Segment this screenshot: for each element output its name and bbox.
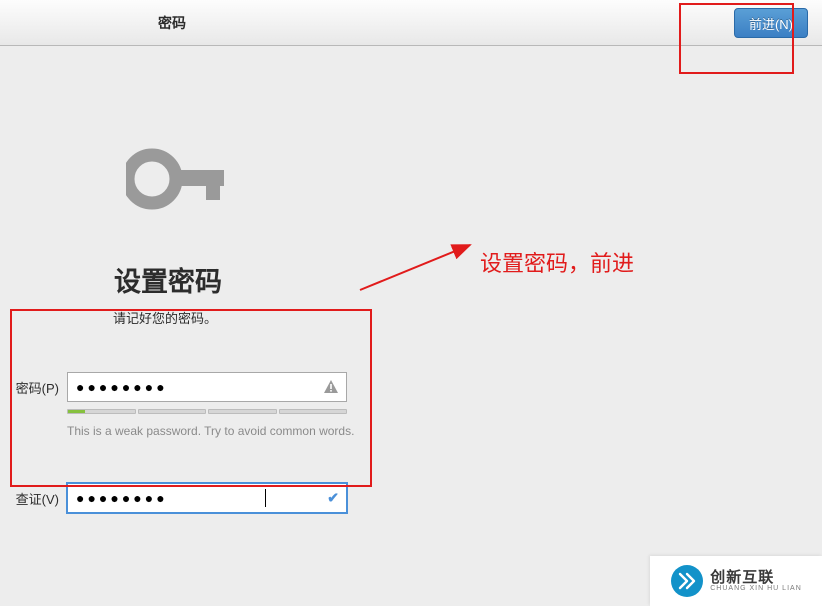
- header-bar: 密码 前进(N): [0, 0, 822, 46]
- strength-seg-1: [67, 409, 136, 414]
- watermark-text: 创新互联 CHUANG XIN HU LIAN: [710, 570, 802, 592]
- page-title: 设置密码: [114, 260, 222, 299]
- password-strength-meter: [67, 409, 347, 414]
- header-title: 密码: [158, 13, 186, 33]
- next-button[interactable]: 前进(N): [734, 8, 808, 38]
- key-icon: [126, 146, 226, 217]
- password-input-wrap: [67, 372, 347, 402]
- password-label: 密码(P): [3, 378, 59, 397]
- verify-row: 查证(V) ✔: [3, 483, 347, 513]
- strength-seg-4: [279, 409, 348, 414]
- watermark-en: CHUANG XIN HU LIAN: [710, 585, 802, 592]
- annotation-text: 设置密码，前进: [480, 246, 634, 278]
- strength-seg-2: [138, 409, 207, 414]
- password-hint: This is a weak password. Try to avoid co…: [67, 424, 354, 438]
- watermark-cn: 创新互联: [710, 570, 802, 585]
- page-subtitle: 请记好您的密码。: [113, 308, 217, 327]
- text-cursor: [265, 489, 266, 507]
- verify-input-wrap: ✔: [67, 483, 347, 513]
- content-area: 设置密码 请记好您的密码。 密码(P) This is a weak passw…: [0, 46, 822, 96]
- password-row: 密码(P): [3, 372, 347, 402]
- verify-input[interactable]: [67, 483, 347, 513]
- next-button-label: 前进(N): [749, 14, 793, 33]
- verify-label: 查证(V): [3, 489, 59, 508]
- check-icon: ✔: [327, 490, 339, 507]
- password-input[interactable]: [67, 372, 347, 402]
- strength-seg-3: [208, 409, 277, 414]
- watermark-logo-icon: [670, 564, 704, 598]
- watermark: 创新互联 CHUANG XIN HU LIAN: [650, 556, 822, 606]
- warning-icon: [323, 379, 339, 395]
